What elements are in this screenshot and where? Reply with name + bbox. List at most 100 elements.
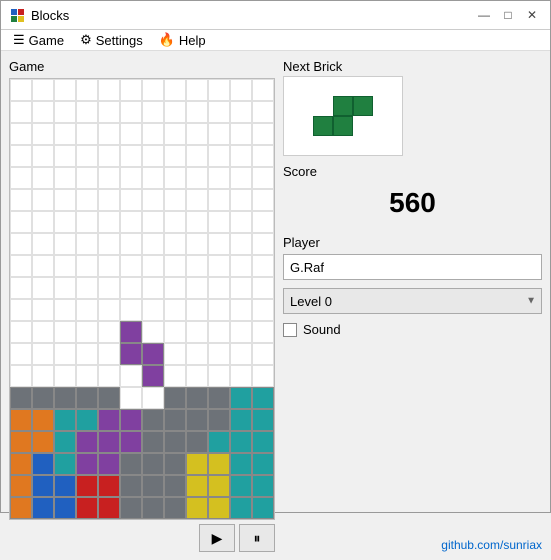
- grid-cell: [98, 453, 120, 475]
- grid-cell: [120, 497, 142, 519]
- grid-cell: [186, 101, 208, 123]
- grid-cell: [76, 365, 98, 387]
- grid-cell: [76, 145, 98, 167]
- grid-cell: [76, 475, 98, 497]
- grid-cell: [230, 167, 252, 189]
- grid-cell: [10, 101, 32, 123]
- grid-cell: [164, 123, 186, 145]
- grid-cell: [186, 277, 208, 299]
- nb-cell: [313, 96, 333, 116]
- close-button[interactable]: ✕: [522, 5, 542, 25]
- grid-cell: [252, 101, 274, 123]
- grid-cell: [142, 145, 164, 167]
- grid-cell: [164, 167, 186, 189]
- grid-cell: [186, 145, 208, 167]
- grid-cell: [32, 299, 54, 321]
- grid-cell: [54, 299, 76, 321]
- grid-cell: [230, 387, 252, 409]
- grid-cell: [98, 365, 120, 387]
- sound-checkbox[interactable]: [283, 323, 297, 337]
- grid-cell: [54, 145, 76, 167]
- menu-settings[interactable]: ⚙ Settings: [72, 30, 151, 50]
- nb-cell: [333, 96, 353, 116]
- minimize-button[interactable]: —: [474, 5, 494, 25]
- grid-cell: [208, 79, 230, 101]
- grid-cell: [76, 167, 98, 189]
- grid-cell: [142, 475, 164, 497]
- grid-cell: [142, 123, 164, 145]
- menu-game[interactable]: ☰ Game: [5, 30, 72, 50]
- grid-cell: [186, 299, 208, 321]
- maximize-button[interactable]: □: [498, 5, 518, 25]
- grid-cell: [54, 255, 76, 277]
- grid-cell: [142, 255, 164, 277]
- grid-cell: [10, 255, 32, 277]
- grid-cell: [230, 79, 252, 101]
- grid-cell: [54, 79, 76, 101]
- grid-cell: [164, 145, 186, 167]
- grid-cell: [120, 409, 142, 431]
- grid-cell: [76, 211, 98, 233]
- grid-cell: [230, 101, 252, 123]
- title-bar-controls: — □ ✕: [474, 5, 542, 25]
- grid-cell: [164, 211, 186, 233]
- grid-cell: [164, 299, 186, 321]
- level-select[interactable]: Level 0 Level 1 Level 2 Level 3: [283, 288, 542, 314]
- grid-cell: [164, 365, 186, 387]
- grid-cell: [32, 409, 54, 431]
- grid-cell: [54, 189, 76, 211]
- grid-cell: [252, 277, 274, 299]
- grid-cell: [76, 277, 98, 299]
- app-icon: [9, 7, 25, 23]
- grid-cell: [142, 299, 164, 321]
- grid-cell: [54, 211, 76, 233]
- grid-cell: [142, 453, 164, 475]
- pause-button[interactable]: ⏸: [239, 524, 275, 552]
- grid-cell: [142, 233, 164, 255]
- grid-cell: [98, 497, 120, 519]
- grid-cell: [142, 189, 164, 211]
- grid-cell: [252, 79, 274, 101]
- grid-cell: [208, 145, 230, 167]
- menu-settings-label: Settings: [96, 33, 143, 48]
- grid-cell: [208, 475, 230, 497]
- nb-cell: [313, 116, 333, 136]
- menu-help-icon: 🔥: [159, 32, 175, 48]
- grid-cell: [76, 497, 98, 519]
- grid-cell: [120, 233, 142, 255]
- grid-cell: [230, 365, 252, 387]
- grid-cell: [10, 167, 32, 189]
- github-link[interactable]: github.com/sunriax: [283, 538, 542, 552]
- sound-label: Sound: [303, 322, 341, 337]
- grid-cell: [76, 387, 98, 409]
- menu-game-icon: ☰: [13, 32, 25, 48]
- grid-cell: [10, 299, 32, 321]
- player-input[interactable]: [283, 254, 542, 280]
- grid-cell: [230, 343, 252, 365]
- grid-cell: [32, 79, 54, 101]
- grid-cell: [98, 145, 120, 167]
- grid-cell: [252, 233, 274, 255]
- title-bar: Blocks — □ ✕: [1, 1, 550, 30]
- grid-cell: [186, 321, 208, 343]
- menu-help[interactable]: 🔥 Help: [151, 30, 214, 50]
- grid-cell: [98, 387, 120, 409]
- title-bar-left: Blocks: [9, 7, 69, 23]
- grid-cell: [120, 431, 142, 453]
- sound-row: Sound: [283, 322, 542, 337]
- main-content: Game ▶ ⏸ Next Brick: [1, 51, 550, 560]
- next-brick-section: Next Brick: [283, 59, 542, 156]
- game-panel: Game ▶ ⏸: [9, 59, 275, 552]
- grid-cell: [252, 167, 274, 189]
- grid-cell: [10, 321, 32, 343]
- play-button[interactable]: ▶: [199, 524, 235, 552]
- next-brick-area: [283, 76, 403, 156]
- grid-cell: [32, 343, 54, 365]
- grid-cell: [186, 409, 208, 431]
- grid-cell: [186, 189, 208, 211]
- grid-cell: [142, 387, 164, 409]
- grid-cell: [208, 123, 230, 145]
- grid-cell: [32, 211, 54, 233]
- grid-cell: [252, 409, 274, 431]
- grid-cell: [54, 431, 76, 453]
